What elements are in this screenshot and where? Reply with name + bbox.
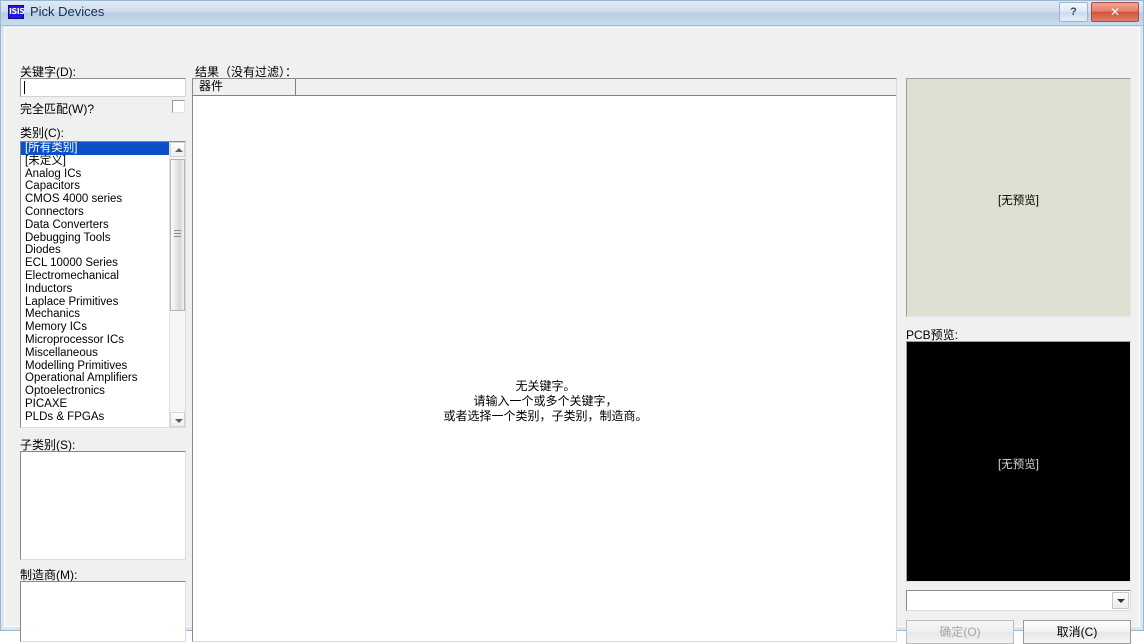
manufacturer-listbox[interactable] (20, 581, 186, 642)
pcb-preview-panel: [无预览] (906, 341, 1131, 582)
category-item[interactable]: Connectors (21, 206, 169, 219)
category-label: 类别(C): (20, 126, 64, 140)
window-title: Pick Devices (30, 4, 105, 19)
close-button[interactable]: ✕ (1091, 2, 1139, 22)
empty-message-line-2: 请输入一个或多个关键字， (473, 394, 618, 408)
column-header-device[interactable]: 器件 (193, 79, 296, 95)
results-listview[interactable]: 器件 无关键字。 请输入一个或多个关键字， 或者选择一个类别，子类别，制造商。 (192, 78, 897, 642)
match-whole-label: 完全匹配(W)? (20, 102, 94, 116)
category-scrollbar[interactable] (169, 142, 185, 427)
scroll-up-arrow-icon[interactable] (170, 142, 185, 157)
schematic-preview-placeholder: [无预览] (998, 195, 1039, 207)
ok-button[interactable]: 确定(O) (906, 620, 1014, 644)
category-item[interactable]: ECL 10000 Series (21, 257, 169, 270)
pcb-preview-placeholder: [无预览] (998, 459, 1039, 471)
title-bar[interactable]: ISIS Pick Devices ? ✕ (1, 1, 1143, 26)
schematic-preview-panel: [无预览] (906, 78, 1131, 317)
category-item[interactable]: Laplace Primitives (21, 296, 169, 309)
category-item[interactable]: Operational Amplifiers (21, 372, 169, 385)
column-header-blank[interactable] (296, 79, 896, 95)
results-empty-message: 无关键字。 请输入一个或多个关键字， 或者选择一个类别，子类别，制造商。 (193, 379, 896, 424)
chevron-down-icon[interactable] (1112, 592, 1129, 609)
scroll-down-arrow-icon[interactable] (170, 412, 185, 427)
match-whole-checkbox[interactable] (172, 100, 185, 113)
empty-message-line-3: 或者选择一个类别，子类别，制造商。 (443, 409, 648, 423)
category-item[interactable]: Electromechanical (21, 270, 169, 283)
category-item[interactable]: Debugging Tools (21, 232, 169, 245)
category-item[interactable]: Memory ICs (21, 321, 169, 334)
category-item[interactable]: Microprocessor ICs (21, 334, 169, 347)
results-column-headers: 器件 (193, 79, 896, 96)
category-item[interactable]: [未定义] (21, 155, 169, 168)
category-item[interactable]: Modelling Primitives (21, 360, 169, 373)
empty-message-line-1: 无关键字。 (515, 379, 576, 393)
footprint-combobox[interactable] (906, 590, 1131, 611)
text-caret (24, 81, 25, 94)
category-item[interactable]: Optoelectronics (21, 385, 169, 398)
category-item[interactable]: Miscellaneous (21, 347, 169, 360)
cancel-button[interactable]: 取消(C) (1023, 620, 1131, 644)
subcategory-listbox[interactable] (20, 451, 186, 560)
category-item[interactable]: Mechanics (21, 308, 169, 321)
isis-app-icon: ISIS (8, 5, 25, 19)
category-list[interactable]: [所有类别] [未定义] Analog ICs Capacitors CMOS 4000… (21, 142, 169, 424)
keyword-input[interactable] (20, 78, 186, 97)
help-button[interactable]: ? (1059, 2, 1088, 22)
category-listbox[interactable]: [所有类别] [未定义] Analog ICs Capacitors CMOS 4000… (20, 141, 186, 428)
category-item[interactable]: Inductors (21, 283, 169, 296)
category-item[interactable]: PICAXE (21, 398, 169, 411)
pick-devices-dialog: ISIS Pick Devices ? ✕ 关键字(D): 完全匹配(W)? 类… (0, 0, 1144, 644)
category-item[interactable]: PLDs & FPGAs (21, 411, 169, 424)
category-item[interactable]: Diodes (21, 244, 169, 257)
scroll-grip-icon (174, 230, 181, 237)
category-item[interactable]: CMOS 4000 series (21, 193, 169, 206)
category-item[interactable]: Analog ICs (21, 168, 169, 181)
scroll-thumb[interactable] (170, 159, 185, 311)
category-item[interactable]: Capacitors (21, 180, 169, 193)
dialog-client-area: 关键字(D): 完全匹配(W)? 类别(C): [所有类别] [未定义] Analo… (4, 27, 1140, 644)
category-item[interactable]: [所有类别] (21, 142, 169, 155)
category-item[interactable]: Data Converters (21, 219, 169, 232)
